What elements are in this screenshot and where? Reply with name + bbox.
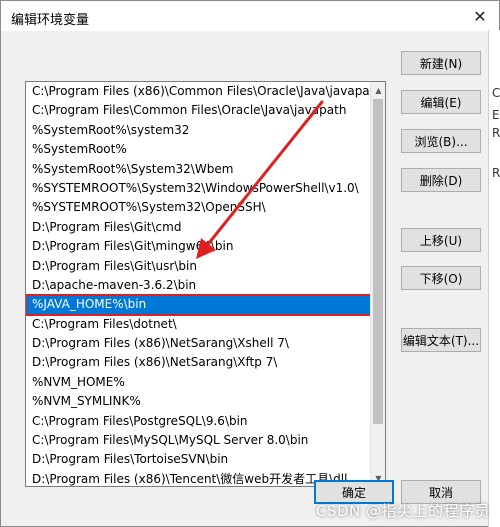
list-item[interactable]: C:\Program Files (x86)\Common Files\Orac… xyxy=(26,82,371,101)
dialog-body: C:\Program Files (x86)\Common Files\Orac… xyxy=(1,31,499,526)
list-item[interactable]: C:\Program Files\MySQL\MySQL Server 8.0\… xyxy=(26,431,371,450)
watermark: CSDN @指尖上的程序员 xyxy=(315,502,490,520)
move-down-button[interactable]: 下移(O) xyxy=(401,266,481,290)
dialog-title: 编辑环境变量 xyxy=(11,13,90,28)
list-item-selected[interactable]: %JAVA_HOME%\bin xyxy=(26,294,371,316)
edit-button[interactable]: 编辑(E) xyxy=(401,90,481,114)
edit-env-var-dialog: 编辑环境变量 ✕ C:\Program Files (x86)\Common F… xyxy=(0,0,500,527)
vertical-scrollbar[interactable]: ▲ ▼ xyxy=(370,82,385,486)
edit-text-button[interactable]: 编辑文本(T)... xyxy=(401,328,481,352)
list-item[interactable]: %SystemRoot% xyxy=(26,140,371,159)
path-listbox[interactable]: C:\Program Files (x86)\Common Files\Orac… xyxy=(25,81,386,487)
title-bar: 编辑环境变量 ✕ xyxy=(1,1,499,31)
browse-button[interactable]: 浏览(B)... xyxy=(401,129,481,153)
list-item[interactable]: C:\Program Files\dotnet\ xyxy=(26,315,371,334)
list-item[interactable]: %SystemRoot%\System32\Wbem xyxy=(26,160,371,179)
background-fragment-text: R xyxy=(492,166,500,180)
background-fragment-text: C xyxy=(492,86,500,100)
close-icon[interactable]: ✕ xyxy=(469,5,491,27)
background-fragment-text: R xyxy=(492,126,500,140)
background-window-fragment: C E R R xyxy=(488,30,500,527)
list-item[interactable]: %SYSTEMROOT%\System32\OpenSSH\ xyxy=(26,198,371,217)
list-item[interactable]: D:\apache-maven-3.6.2\bin xyxy=(26,276,371,295)
list-item[interactable]: %NVM_HOME% xyxy=(26,373,371,392)
list-item[interactable]: C:\Program Files\Common Files\Oracle\Jav… xyxy=(26,101,371,120)
background-fragment-text: E xyxy=(492,108,500,122)
list-item[interactable]: D:\Program Files (x86)\NetSarang\Xshell … xyxy=(26,334,371,353)
list-item[interactable]: %NVM_SYMLINK% xyxy=(26,392,371,411)
list-item[interactable]: %SYSTEMROOT%\System32\WindowsPowerShell\… xyxy=(26,179,371,198)
scroll-thumb[interactable] xyxy=(373,99,383,424)
new-button[interactable]: 新建(N) xyxy=(401,51,481,75)
delete-button[interactable]: 删除(D) xyxy=(401,168,481,192)
list-item[interactable]: D:\Program Files (x86)\NetSarang\Xftp 7\ xyxy=(26,353,371,372)
move-up-button[interactable]: 上移(U) xyxy=(401,228,481,252)
list-item[interactable]: C:\Program Files\PostgreSQL\9.6\bin xyxy=(26,412,371,431)
list-item[interactable]: D:\Program Files\TortoiseSVN\bin xyxy=(26,450,371,469)
list-item[interactable]: D:\Program Files\Git\cmd xyxy=(26,218,371,237)
list-item[interactable]: D:\Program Files\Git\mingw64\bin xyxy=(26,237,371,256)
path-list: C:\Program Files (x86)\Common Files\Orac… xyxy=(26,82,371,486)
scroll-up-icon[interactable]: ▲ xyxy=(371,82,385,98)
list-item[interactable]: %SystemRoot%\system32 xyxy=(26,121,371,140)
list-item[interactable]: D:\Program Files\Git\usr\bin xyxy=(26,257,371,276)
